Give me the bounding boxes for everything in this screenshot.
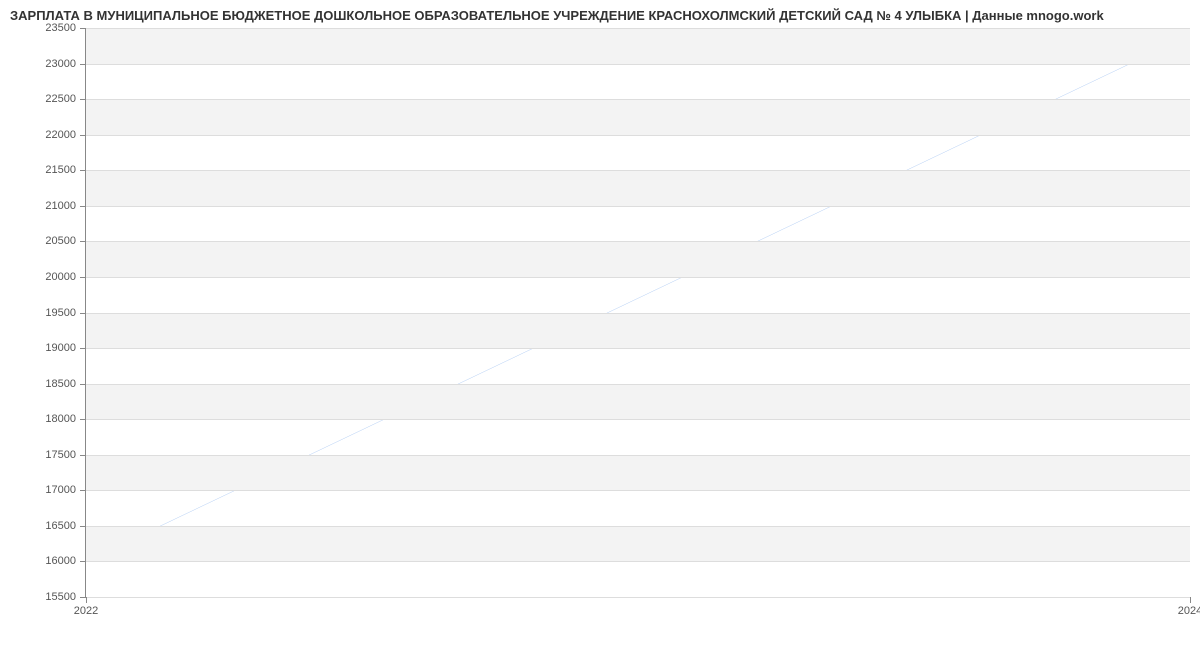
y-tick xyxy=(80,419,86,420)
y-tick xyxy=(80,28,86,29)
y-tick xyxy=(80,490,86,491)
grid-band xyxy=(86,170,1190,206)
grid-band xyxy=(86,28,1190,64)
gridline xyxy=(86,561,1190,562)
y-tick xyxy=(80,241,86,242)
y-tick xyxy=(80,313,86,314)
y-tick-label: 16500 xyxy=(45,520,76,532)
y-tick-label: 22500 xyxy=(45,93,76,105)
y-tick-label: 18500 xyxy=(45,378,76,390)
gridline xyxy=(86,135,1190,136)
grid-band xyxy=(86,526,1190,562)
gridline xyxy=(86,206,1190,207)
y-tick-label: 20000 xyxy=(45,271,76,283)
x-tick-label: 2022 xyxy=(74,605,98,617)
gridline xyxy=(86,348,1190,349)
y-tick xyxy=(80,384,86,385)
y-tick-label: 22000 xyxy=(45,129,76,141)
gridline xyxy=(86,277,1190,278)
chart-title: ЗАРПЛАТА В МУНИЦИПАЛЬНОЕ БЮДЖЕТНОЕ ДОШКО… xyxy=(0,0,1200,27)
gridline xyxy=(86,313,1190,314)
y-tick xyxy=(80,348,86,349)
chart-container: 15500 16000 16500 17000 17500 18000 18500 19000… xyxy=(35,28,1190,623)
grid-band xyxy=(86,384,1190,420)
x-tick-label: 2024 xyxy=(1178,605,1200,617)
y-tick-label: 21500 xyxy=(45,164,76,176)
y-tick xyxy=(80,277,86,278)
y-tick xyxy=(80,170,86,171)
y-tick-label: 21000 xyxy=(45,200,76,212)
gridline xyxy=(86,170,1190,171)
y-tick-label: 17000 xyxy=(45,484,76,496)
y-tick-label: 18000 xyxy=(45,413,76,425)
y-tick-label: 17500 xyxy=(45,449,76,461)
y-tick-label: 19000 xyxy=(45,342,76,354)
grid-band xyxy=(86,99,1190,135)
gridline xyxy=(86,419,1190,420)
x-tick xyxy=(86,597,87,603)
y-tick-label: 20500 xyxy=(45,235,76,247)
y-tick xyxy=(80,561,86,562)
y-tick-label: 23500 xyxy=(45,22,76,34)
y-tick xyxy=(80,455,86,456)
gridline xyxy=(86,28,1190,29)
gridline xyxy=(86,526,1190,527)
y-tick xyxy=(80,64,86,65)
y-tick-label: 16000 xyxy=(45,555,76,567)
y-tick xyxy=(80,206,86,207)
grid-band xyxy=(86,455,1190,491)
plot-area: 1550016000165001700017500180001850019000… xyxy=(85,28,1190,598)
gridline xyxy=(86,384,1190,385)
gridline xyxy=(86,490,1190,491)
grid-band xyxy=(86,241,1190,277)
gridline xyxy=(86,99,1190,100)
y-tick-label: 15500 xyxy=(45,591,76,603)
y-tick-label: 23000 xyxy=(45,58,76,70)
y-tick xyxy=(80,99,86,100)
gridline xyxy=(86,597,1190,598)
gridline xyxy=(86,64,1190,65)
x-tick xyxy=(1190,597,1191,603)
y-tick xyxy=(80,526,86,527)
gridline xyxy=(86,241,1190,242)
grid-band xyxy=(86,313,1190,349)
y-tick xyxy=(80,135,86,136)
gridline xyxy=(86,455,1190,456)
y-tick-label: 19500 xyxy=(45,307,76,319)
